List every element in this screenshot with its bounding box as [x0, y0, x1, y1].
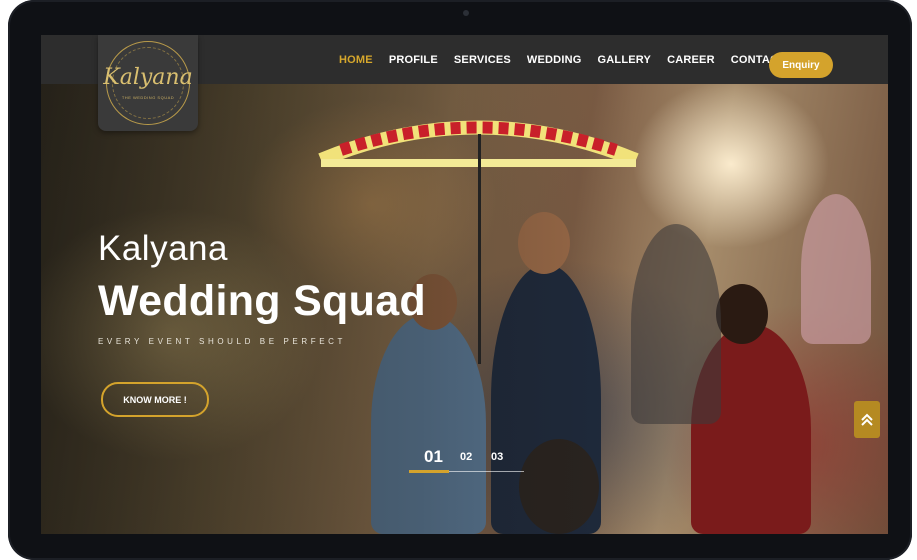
slider-progress: [409, 470, 449, 473]
hero-title-small: Kalyana: [98, 229, 228, 268]
slider-pager: 01 02 03: [409, 443, 524, 473]
logo-subtext: THE WEDDING SQUAD: [121, 95, 175, 100]
double-chevron-up-icon: [861, 413, 873, 426]
know-more-button[interactable]: KNOW MORE !: [101, 382, 209, 417]
laptop-frame: HOME PROFILE SERVICES WEDDING GALLERY CA…: [8, 0, 912, 560]
scroll-to-top-button[interactable]: [854, 401, 880, 438]
website-screen: HOME PROFILE SERVICES WEDDING GALLERY CA…: [41, 35, 888, 534]
nav-gallery[interactable]: GALLERY: [598, 54, 652, 66]
slide-1-indicator[interactable]: 01: [424, 447, 443, 467]
nav-services[interactable]: SERVICES: [454, 54, 511, 66]
nav-career[interactable]: CAREER: [667, 54, 715, 66]
umbrella-pole: [478, 134, 481, 364]
logo-text: Kalyana: [103, 65, 193, 90]
slide-3-indicator[interactable]: 03: [491, 451, 503, 463]
slide-2-indicator[interactable]: 02: [460, 451, 472, 463]
nav-home[interactable]: HOME: [339, 54, 373, 66]
enquiry-button[interactable]: Enquiry: [769, 52, 833, 78]
camera-dot: [463, 10, 469, 16]
hero-tagline: EVERY EVENT SHOULD BE PERFECT: [98, 337, 346, 346]
hero-title-big: Wedding Squad: [98, 277, 426, 325]
main-nav: HOME PROFILE SERVICES WEDDING GALLERY CA…: [331, 35, 793, 84]
site-logo[interactable]: Kalyana THE WEDDING SQUAD: [98, 35, 198, 131]
nav-profile[interactable]: PROFILE: [389, 54, 438, 66]
nav-wedding[interactable]: WEDDING: [527, 54, 582, 66]
